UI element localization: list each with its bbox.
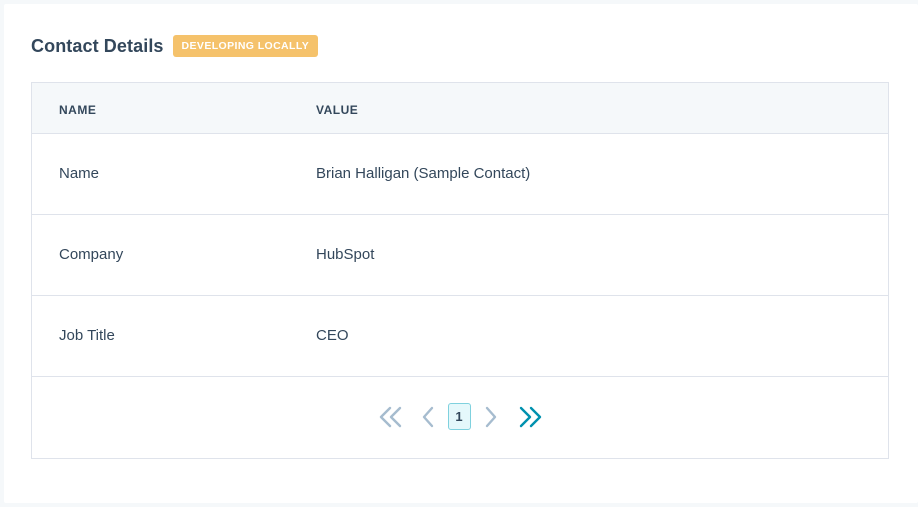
- table-row: Company HubSpot: [32, 215, 888, 296]
- first-page-button[interactable]: [376, 405, 406, 429]
- double-chevron-left-icon: [379, 406, 401, 427]
- next-page-button[interactable]: [481, 405, 501, 429]
- card-title: Contact Details: [31, 35, 164, 56]
- contact-details-card: Contact Details DEVELOPING LOCALLY NAME …: [4, 4, 918, 503]
- column-header-value: VALUE: [316, 103, 359, 117]
- contact-details-table: NAME VALUE Name Brian Halligan (Sample C…: [31, 82, 889, 459]
- row-name-cell: Job Title: [59, 327, 115, 344]
- column-header-name: NAME: [59, 103, 97, 117]
- row-value-cell: Brian Halligan (Sample Contact): [316, 165, 531, 182]
- page-number-button[interactable]: 1: [447, 403, 471, 430]
- table-header-row: NAME VALUE: [32, 83, 888, 134]
- developing-locally-badge: DEVELOPING LOCALLY: [172, 35, 319, 57]
- double-chevron-right-icon: [519, 406, 541, 427]
- chevron-right-icon: [485, 406, 496, 427]
- row-value-cell: CEO: [316, 327, 349, 344]
- row-name-cell: Company: [59, 246, 124, 263]
- table-row: Name Brian Halligan (Sample Contact): [32, 134, 888, 215]
- last-page-button[interactable]: [515, 405, 545, 429]
- pagination: 1: [32, 375, 888, 458]
- chevron-left-icon: [422, 406, 433, 427]
- row-value-cell: HubSpot: [316, 246, 375, 263]
- row-name-cell: Name: [59, 165, 100, 182]
- table-row: Job Title CEO: [32, 296, 888, 377]
- previous-page-button[interactable]: [418, 405, 438, 429]
- card-header: Contact Details DEVELOPING LOCALLY: [31, 33, 319, 59]
